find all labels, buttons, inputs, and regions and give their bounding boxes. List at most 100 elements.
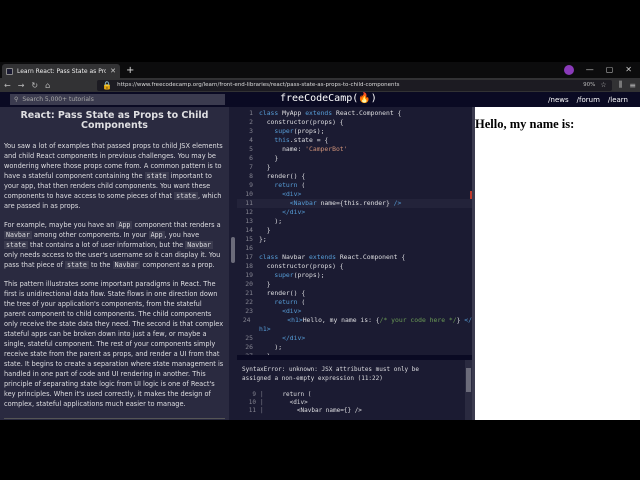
bookmark-star-icon[interactable]: ☆ [600, 81, 606, 89]
nav-link-forum[interactable]: /forum [577, 96, 600, 104]
inline-code: state [144, 172, 169, 180]
code-token: ( [301, 181, 306, 189]
code-text: name: 'CamperBot' [259, 145, 348, 154]
code-line[interactable]: 4 this.state = { [237, 136, 472, 145]
nav-link-learn[interactable]: /learn [608, 96, 628, 104]
code-token: ); [259, 217, 283, 225]
code-line[interactable]: 24 <h1>Hello, my name is: {/* your code … [237, 316, 472, 325]
code-text: return ( [259, 181, 305, 190]
code-line[interactable]: 8 render() { [237, 172, 472, 181]
code-line[interactable]: 26 ); [237, 343, 472, 352]
code-token: </ [464, 316, 472, 324]
code-token: render() { [259, 172, 306, 180]
code-line[interactable]: 18 constructor(props) { [237, 262, 472, 271]
code-text: ); [259, 217, 282, 226]
gutter-bar: | [260, 399, 264, 406]
code-token: h1> [259, 325, 271, 333]
code-token: 'CamperBot' [305, 145, 348, 153]
line-number: 3 [249, 127, 253, 135]
code-token: class [259, 253, 283, 261]
scrollbar-thumb[interactable] [466, 368, 471, 392]
code-token: <Navbar [289, 199, 321, 207]
library-icon[interactable]: ⫼ [619, 80, 623, 90]
code-line[interactable]: 5 name: 'CamperBot' [237, 145, 472, 154]
text-run: component that renders a [132, 221, 221, 229]
forward-icon[interactable]: → [18, 81, 25, 90]
code-text: }; [259, 235, 267, 244]
code-line[interactable]: h1> [237, 325, 472, 334]
code-token: <div> [282, 307, 302, 315]
code-line[interactable]: 7 } [237, 163, 472, 172]
home-icon[interactable]: ⌂ [45, 81, 50, 90]
snippet-line: 9 | return ( [242, 391, 446, 399]
address-bar[interactable]: 🔒 https://www.freecodecamp.org/learn/fro… [97, 79, 612, 91]
browser-tab[interactable]: Learn React: Pass State as Props ✕ [2, 64, 120, 78]
code-text: ); [259, 343, 282, 352]
snippet-line: 10 | <div> [242, 399, 446, 407]
preview-pane: Hello, my name is: [475, 107, 640, 420]
new-tab-button[interactable]: + [126, 65, 134, 76]
resizer-grip[interactable] [231, 237, 235, 263]
code-line[interactable]: 19 super(props); [237, 271, 472, 280]
search-input[interactable]: ⚲ Search 5,000+ tutorials [10, 94, 225, 105]
pane-resizer-left[interactable] [229, 107, 237, 420]
profile-avatar-icon[interactable] [563, 65, 574, 75]
snippet-line-number: 9 [252, 391, 256, 398]
menu-icon[interactable]: ≡ [629, 81, 636, 90]
code-line[interactable]: 20 } [237, 280, 472, 289]
lock-icon: 🔒 [102, 80, 113, 90]
code-text: return ( [259, 298, 305, 307]
inline-code: Navbar [185, 241, 214, 249]
code-line[interactable]: 25 </div> [237, 334, 472, 343]
code-line[interactable]: 15}; [237, 235, 472, 244]
zoom-level[interactable]: 90% [583, 82, 595, 88]
code-line[interactable]: 17 class Navbar extends React.Component { [237, 253, 472, 262]
console-scrollbar[interactable] [465, 360, 472, 420]
code-line[interactable]: 3 super(props); [237, 127, 472, 136]
code-line[interactable]: 2 constructor(props) { [237, 118, 472, 127]
line-number: 20 [245, 280, 253, 288]
line-number: 8 [249, 172, 253, 180]
code-text: h1> [259, 325, 271, 334]
search-icon: ⚲ [14, 96, 19, 103]
code-line[interactable]: 13 ); [237, 217, 472, 226]
back-icon[interactable]: ← [4, 81, 11, 90]
code-text: class Navbar extends React.Component { [259, 253, 405, 262]
code-line[interactable]: 14 } [237, 226, 472, 235]
close-window-icon[interactable]: ✕ [625, 65, 632, 75]
site-logo[interactable]: freeCodeCamp(🔥) [280, 93, 377, 104]
code-line[interactable]: 6 } [237, 154, 472, 163]
code-token: return [274, 181, 302, 189]
code-line[interactable]: 22 return ( [237, 298, 472, 307]
reload-icon[interactable]: ↻ [31, 81, 38, 90]
code-token: /* your code here */ [379, 316, 457, 324]
text-run: component as a prop. [140, 261, 215, 269]
code-text: super(props); [259, 271, 324, 280]
code-line[interactable]: 16 [237, 244, 472, 253]
code-line[interactable]: 21 render() { [237, 289, 472, 298]
code-token: </div> [282, 208, 306, 216]
snippet-code: <Navbar name={} /> [268, 407, 362, 414]
output-console: SyntaxError: unknown: JSX attributes mus… [237, 360, 472, 420]
code-token: } [259, 163, 271, 171]
minimize-icon[interactable]: — [586, 65, 594, 75]
code-line[interactable]: 1 class MyApp extends React.Component { [237, 109, 472, 118]
close-tab-icon[interactable]: ✕ [110, 67, 116, 75]
code-line[interactable]: 11 <Navbar name={this.render} /> [237, 199, 472, 208]
error-message: SyntaxError: unknown: JSX attributes mus… [242, 366, 420, 382]
code-token: React.Component { [339, 253, 406, 261]
code-editor[interactable]: 1 class MyApp extends React.Component {2 … [237, 107, 472, 355]
nav-link-news[interactable]: /news [548, 96, 568, 104]
code-line[interactable]: 12 </div> [237, 208, 472, 217]
maximize-icon[interactable]: ▢ [606, 65, 614, 75]
code-line[interactable]: 10 <div> [237, 190, 472, 199]
line-number: 12 [245, 208, 253, 216]
line-number [237, 325, 259, 334]
code-line[interactable]: 23 <div> [237, 307, 472, 316]
line-number: 11 [245, 199, 253, 207]
code-token: } [259, 226, 271, 234]
code-line[interactable]: 9 return ( [237, 181, 472, 190]
inline-code: Navbar [112, 261, 141, 269]
